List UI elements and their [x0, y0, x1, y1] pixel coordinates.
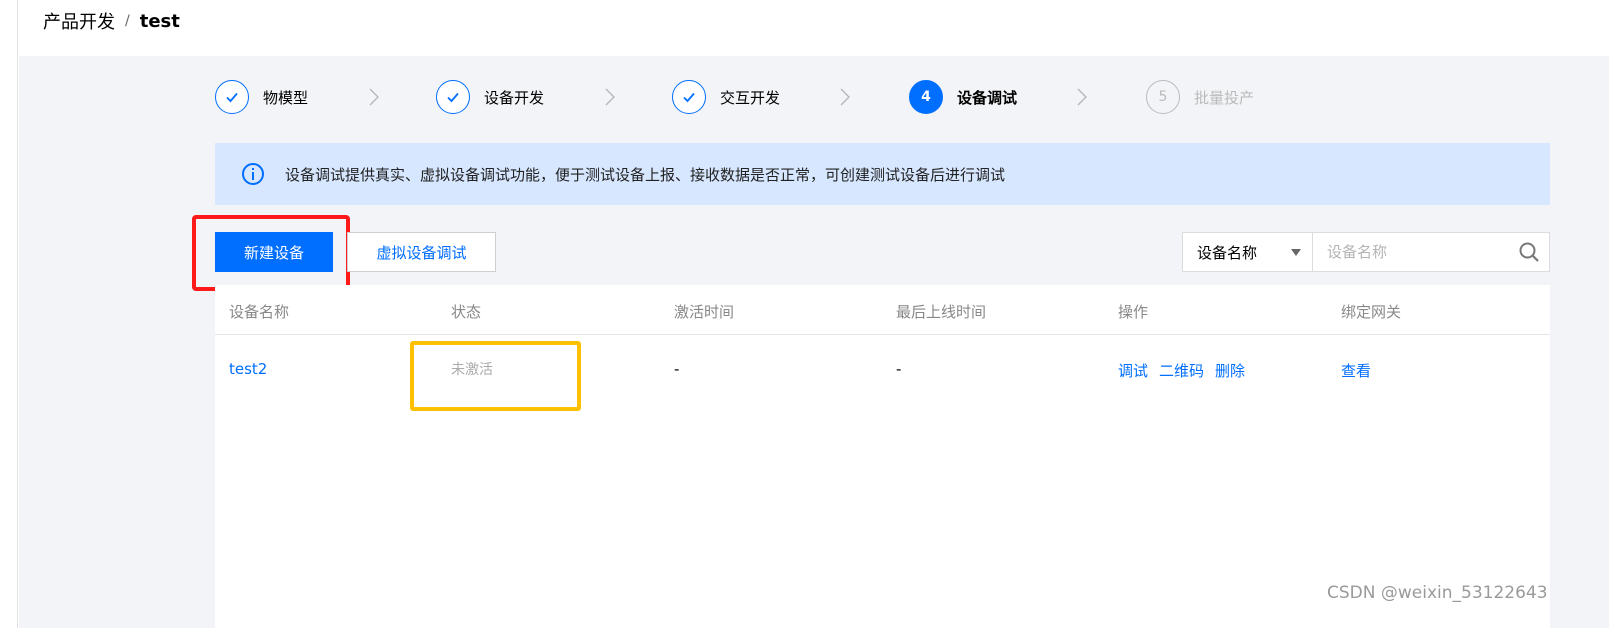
check-icon [683, 92, 695, 103]
qrcode-link[interactable]: 二维码 [1159, 360, 1204, 381]
step-label: 批量投产 [1194, 88, 1255, 107]
breadcrumb-parent[interactable]: 产品开发 [43, 8, 115, 34]
page: 产品开发 / test 物模型 设备开发 交互开发 4 设备调试 5 批量投产 … [0, 0, 1609, 628]
debug-link[interactable]: 调试 [1118, 360, 1148, 381]
chevron-right-icon [369, 88, 379, 106]
step-label: 物模型 [263, 88, 309, 107]
step-device-dev[interactable]: 设备开发 [436, 79, 544, 115]
step-label: 设备开发 [484, 88, 545, 107]
left-sidebar-strip [0, 0, 18, 628]
step-mass-production[interactable]: 5 批量投产 [1146, 79, 1254, 115]
step-done-circle [436, 80, 470, 114]
step-number-pending: 5 [1146, 80, 1180, 114]
check-icon [226, 92, 238, 103]
device-table: 设备名称 状态 激活时间 最后上线时间 操作 绑定网关 test2 未激活 - … [215, 285, 1550, 628]
column-header: 绑定网关 [1341, 303, 1402, 321]
view-gateway-link[interactable]: 查看 [1341, 360, 1371, 381]
step-label: 设备调试 [957, 88, 1018, 107]
chevron-right-icon [840, 88, 850, 106]
device-name-link[interactable]: test2 [229, 360, 267, 378]
column-header: 最后上线时间 [896, 303, 987, 321]
info-banner: 设备调试提供真实、虚拟设备调试功能，便于测试设备上报、接收数据是否正常，可创建测… [215, 143, 1550, 205]
last-online-time: - [896, 360, 902, 378]
column-header: 设备名称 [229, 303, 290, 321]
highlight-box-yellow [410, 341, 581, 411]
step-done-circle [672, 80, 706, 114]
step-done-circle [215, 80, 249, 114]
breadcrumb-separator: / [125, 13, 130, 29]
search-field-select[interactable]: 设备名称 [1182, 232, 1313, 272]
watermark: CSDN @weixin_53122643 [1327, 583, 1548, 603]
check-icon [447, 92, 459, 103]
table-header: 设备名称 状态 激活时间 最后上线时间 操作 绑定网关 [215, 285, 1550, 335]
column-header: 操作 [1118, 303, 1149, 321]
search-input[interactable] [1313, 232, 1550, 272]
virtual-debug-button[interactable]: 虚拟设备调试 [347, 232, 496, 272]
search-icon[interactable] [1518, 241, 1540, 263]
delete-link[interactable]: 删除 [1215, 360, 1245, 381]
step-label: 交互开发 [720, 88, 781, 107]
header: 产品开发 / test [19, 0, 1609, 56]
info-icon [242, 163, 264, 185]
column-header: 激活时间 [674, 303, 735, 321]
caret-down-icon [1291, 249, 1301, 256]
chevron-right-icon [1077, 88, 1087, 106]
search-field-value: 设备名称 [1197, 243, 1258, 262]
row-actions: 调试 二维码 删除 [1118, 360, 1245, 381]
step-number-active: 4 [909, 80, 943, 114]
highlight-box-red [192, 215, 350, 291]
steps-bar: 物模型 设备开发 交互开发 4 设备调试 5 批量投产 [215, 79, 1335, 115]
info-text: 设备调试提供真实、虚拟设备调试功能，便于测试设备上报、接收数据是否正常，可创建测… [285, 165, 1006, 184]
activated-time: - [674, 360, 680, 378]
column-header: 状态 [451, 303, 482, 321]
step-device-debug[interactable]: 4 设备调试 [909, 79, 1017, 115]
chevron-right-icon [605, 88, 615, 106]
step-model[interactable]: 物模型 [215, 79, 308, 115]
breadcrumb-current: test [139, 10, 180, 32]
step-interaction-dev[interactable]: 交互开发 [672, 79, 780, 115]
breadcrumb: 产品开发 / test [43, 8, 180, 34]
